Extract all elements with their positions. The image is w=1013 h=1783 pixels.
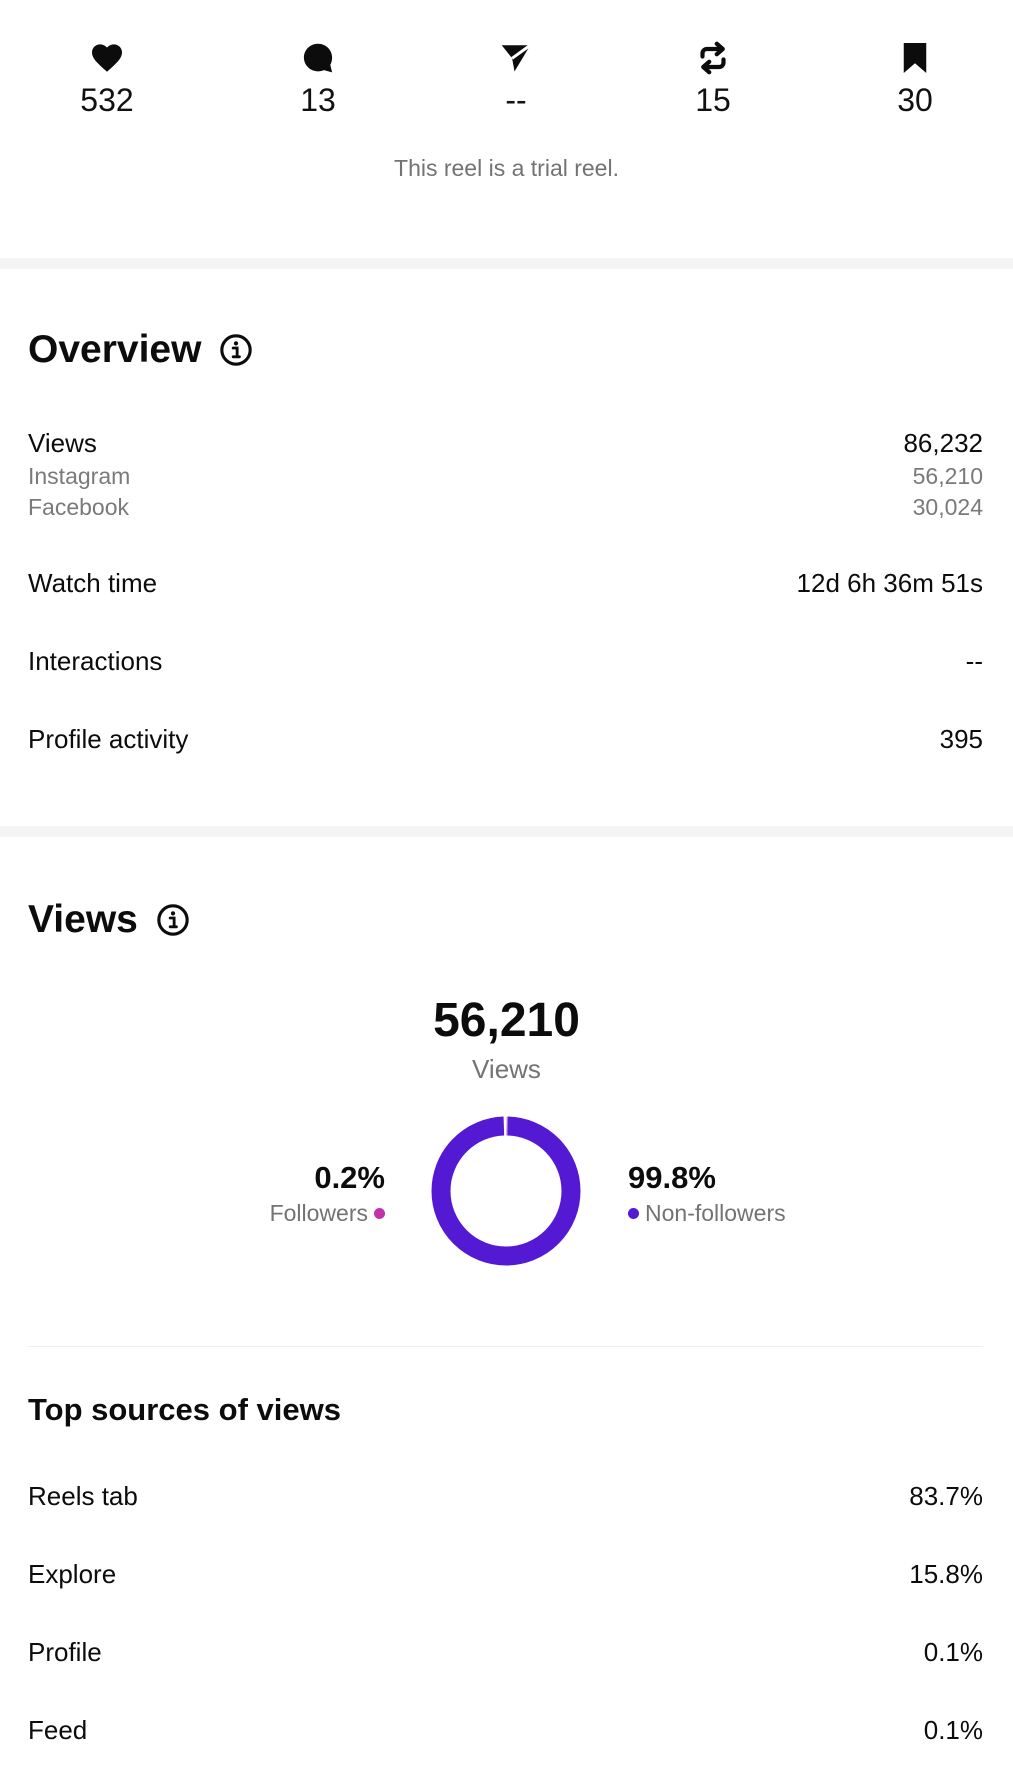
instagram-row: Instagram 56,210 bbox=[28, 463, 983, 490]
followers-label: Followers bbox=[269, 1200, 368, 1226]
source-label: Explore bbox=[28, 1559, 117, 1589]
facebook-value: 30,024 bbox=[912, 494, 983, 520]
non-followers-legend: Non-followers bbox=[628, 1198, 786, 1228]
total-views: 56,210 bbox=[433, 994, 580, 1047]
source-row: Reels tab 83.7% bbox=[28, 1481, 983, 1512]
trial-reel-note: This reel is a trial reel. bbox=[394, 155, 619, 181]
interactions-row: Interactions -- bbox=[28, 646, 983, 677]
non-followers-arc bbox=[431, 1116, 581, 1266]
profile-activity-label: Profile activity bbox=[28, 724, 189, 754]
heart-icon bbox=[92, 44, 122, 72]
likes-count: 532 bbox=[80, 82, 134, 118]
profile-activity-row: Profile activity 395 bbox=[28, 724, 983, 755]
bookmark-icon bbox=[903, 43, 927, 73]
non-followers-segment: 99.8% Non-followers bbox=[628, 1160, 786, 1228]
engagement-stats: 532 13 -- 15 30 bbox=[0, 40, 1013, 130]
facebook-label: Facebook bbox=[28, 494, 130, 520]
interactions-label: Interactions bbox=[28, 646, 163, 676]
instagram-value: 56,210 bbox=[912, 463, 983, 489]
saves-stat[interactable]: 30 bbox=[845, 40, 985, 120]
likes-stat[interactable]: 532 bbox=[37, 40, 177, 120]
total-views-label: Views bbox=[472, 1054, 541, 1084]
source-value: 0.1% bbox=[923, 1637, 983, 1667]
watch-time-value: 12d 6h 36m 51s bbox=[796, 568, 983, 598]
instagram-label: Instagram bbox=[28, 463, 131, 489]
source-value: 83.7% bbox=[909, 1481, 983, 1511]
views-donut-chart bbox=[431, 1116, 581, 1266]
source-row: Explore 15.8% bbox=[28, 1559, 983, 1590]
repost-icon bbox=[700, 41, 726, 75]
views-label: Views bbox=[28, 428, 97, 458]
followers-legend: Followers bbox=[270, 1198, 385, 1228]
facebook-row: Facebook 30,024 bbox=[28, 494, 983, 521]
saves-count: 30 bbox=[897, 82, 933, 118]
source-value: 15.8% bbox=[909, 1559, 983, 1589]
info-icon[interactable] bbox=[156, 903, 190, 937]
overview-title: Overview bbox=[28, 328, 202, 371]
followers-dot bbox=[374, 1207, 385, 1219]
comment-icon bbox=[303, 43, 333, 73]
non-followers-percent: 99.8% bbox=[628, 1160, 716, 1195]
comments-stat[interactable]: 13 bbox=[248, 40, 388, 120]
section-divider bbox=[0, 826, 1013, 837]
source-row: Feed 0.1% bbox=[28, 1715, 983, 1746]
source-row: Profile 0.1% bbox=[28, 1637, 983, 1668]
views-heading: Views bbox=[28, 898, 190, 942]
views-row: Views 86,232 bbox=[28, 428, 983, 459]
divider bbox=[28, 1346, 983, 1347]
followers-percent: 0.2% bbox=[314, 1160, 385, 1195]
overview-heading: Overview bbox=[28, 328, 253, 372]
non-followers-label: Non-followers bbox=[645, 1200, 786, 1226]
interactions-value: -- bbox=[965, 646, 983, 676]
watch-time-row: Watch time 12d 6h 36m 51s bbox=[28, 568, 983, 599]
views-title: Views bbox=[28, 898, 138, 941]
source-value: 0.1% bbox=[923, 1715, 983, 1745]
comments-count: 13 bbox=[300, 82, 336, 118]
non-followers-dot bbox=[628, 1207, 639, 1219]
source-label: Reels tab bbox=[28, 1481, 138, 1511]
info-icon[interactable] bbox=[219, 333, 253, 367]
reposts-stat[interactable]: 15 bbox=[643, 40, 783, 120]
views-value: 86,232 bbox=[903, 428, 983, 458]
followers-segment: 0.2% Followers bbox=[270, 1160, 385, 1228]
reposts-count: 15 bbox=[695, 82, 731, 118]
shares-stat[interactable]: -- bbox=[446, 40, 586, 120]
source-label: Profile bbox=[28, 1637, 102, 1667]
section-divider bbox=[0, 258, 1013, 269]
top-sources-title: Top sources of views bbox=[28, 1392, 341, 1427]
send-icon bbox=[501, 44, 532, 72]
profile-activity-value: 395 bbox=[939, 724, 983, 754]
shares-count: -- bbox=[505, 82, 527, 118]
watch-time-label: Watch time bbox=[28, 568, 158, 598]
source-label: Feed bbox=[28, 1715, 88, 1745]
